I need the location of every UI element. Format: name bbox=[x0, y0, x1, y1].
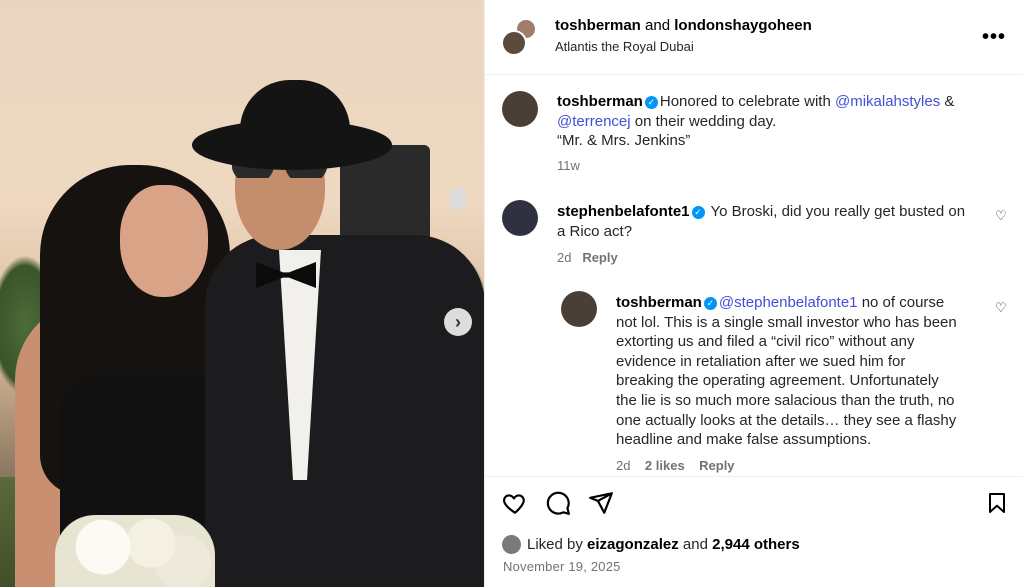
liked-by-joiner: and bbox=[678, 536, 713, 553]
mention-link[interactable]: @terrencej bbox=[557, 113, 631, 130]
verified-badge-icon: ✓ bbox=[644, 96, 658, 109]
man-suit bbox=[205, 235, 484, 587]
reply-meta: 2d 2 likes Reply bbox=[616, 458, 735, 473]
next-photo-button[interactable]: › bbox=[444, 308, 472, 336]
comment-body: Yo Broski, did you really get busted on bbox=[710, 203, 966, 220]
caption-timestamp[interactable]: 11w bbox=[557, 158, 580, 173]
avatar[interactable] bbox=[561, 291, 597, 327]
reply-body: not lol. This is a single small investor… bbox=[616, 313, 957, 331]
post-header: toshberman and londonshaygoheen Atlantis… bbox=[485, 0, 1023, 75]
comment-timestamp[interactable]: 2d bbox=[557, 250, 571, 265]
caption-text: “Mr. & Mrs. Jenkins” bbox=[557, 132, 691, 150]
reply-body: the lie is so much more salacious than t… bbox=[616, 391, 955, 409]
mention-link[interactable]: @stephenbelafonte1 bbox=[719, 294, 858, 311]
author-joiner: and bbox=[645, 17, 671, 34]
comment-meta: 2d Reply bbox=[557, 250, 618, 265]
chevron-right-icon: › bbox=[455, 311, 461, 332]
reply-username[interactable]: toshberman bbox=[616, 294, 702, 311]
reply-body: no of course bbox=[857, 294, 945, 311]
reply-body: breaking the operating agreement. Unfort… bbox=[616, 372, 939, 390]
reply-body: extorting us and filed a “civil rico” wi… bbox=[616, 333, 915, 351]
comment-username[interactable]: stephenbelafonte1 bbox=[557, 203, 690, 220]
reply-likes-count[interactable]: 2 likes bbox=[645, 458, 685, 473]
author-username[interactable]: toshberman bbox=[555, 17, 641, 34]
caption-username[interactable]: toshberman bbox=[557, 93, 643, 110]
post-location[interactable]: Atlantis the Royal Dubai bbox=[555, 39, 694, 54]
reply-button[interactable]: Reply bbox=[582, 250, 617, 265]
hot-air-balloon bbox=[449, 188, 467, 210]
reply-timestamp[interactable]: 2d bbox=[616, 458, 630, 473]
bouquet bbox=[55, 515, 215, 587]
save-bookmark-icon[interactable] bbox=[985, 490, 1009, 516]
reply-button[interactable]: Reply bbox=[699, 458, 734, 473]
comment-body: a Rico act? bbox=[557, 222, 633, 240]
likes-count-link[interactable]: 2,944 others bbox=[712, 536, 800, 553]
liked-by-username[interactable]: eizagonzalez bbox=[587, 536, 679, 553]
avatar[interactable] bbox=[502, 535, 521, 554]
reply-text: toshberman ✓ @stephenbelafonte1 no of cour… bbox=[616, 293, 996, 450]
comment-like-icon[interactable]: ♡ bbox=[995, 300, 1007, 316]
caption-text: on their wedding day. bbox=[630, 112, 777, 130]
avatar[interactable] bbox=[502, 200, 538, 236]
more-options-icon[interactable]: ••• bbox=[982, 26, 1006, 49]
post-panel: toshberman and londonshaygoheen Atlantis… bbox=[484, 0, 1023, 587]
coauthor-username[interactable]: londonshaygoheen bbox=[674, 17, 812, 34]
like-heart-icon[interactable] bbox=[502, 490, 528, 516]
verified-badge-icon: ✓ bbox=[703, 297, 717, 310]
post-date[interactable]: November 19, 2025 bbox=[503, 559, 621, 574]
reply-body: headline and make false assumptions. bbox=[616, 431, 872, 449]
reply-body: evidence in retaliation after we sued hi… bbox=[616, 352, 906, 370]
post-caption: toshberman ✓ Honored to celebrate with @mi… bbox=[557, 92, 997, 151]
liked-by: Liked by eizagonzalez and 2,944 others bbox=[527, 536, 800, 553]
avatar[interactable] bbox=[502, 91, 538, 127]
hat-crown bbox=[240, 80, 350, 150]
verified-badge-icon: ✓ bbox=[691, 206, 705, 219]
mention-link[interactable]: @mikalahstyles bbox=[835, 93, 940, 110]
comment-bubble-icon[interactable] bbox=[545, 490, 571, 516]
reply-body: one actually looks at the details… they … bbox=[616, 411, 957, 429]
woman-face bbox=[120, 185, 208, 297]
avatar[interactable] bbox=[501, 30, 527, 56]
share-send-icon[interactable] bbox=[588, 490, 614, 516]
post-photo: › bbox=[0, 0, 484, 587]
caption-text: Honored to celebrate with bbox=[659, 93, 835, 110]
comment-text: stephenbelafonte1 ✓ Yo Broski, did you re… bbox=[557, 202, 987, 241]
liked-by-prefix: Liked by bbox=[527, 536, 588, 553]
post-authors: toshberman and londonshaygoheen bbox=[555, 17, 812, 34]
caption-text: & bbox=[940, 93, 955, 110]
comment-like-icon[interactable]: ♡ bbox=[995, 208, 1007, 224]
